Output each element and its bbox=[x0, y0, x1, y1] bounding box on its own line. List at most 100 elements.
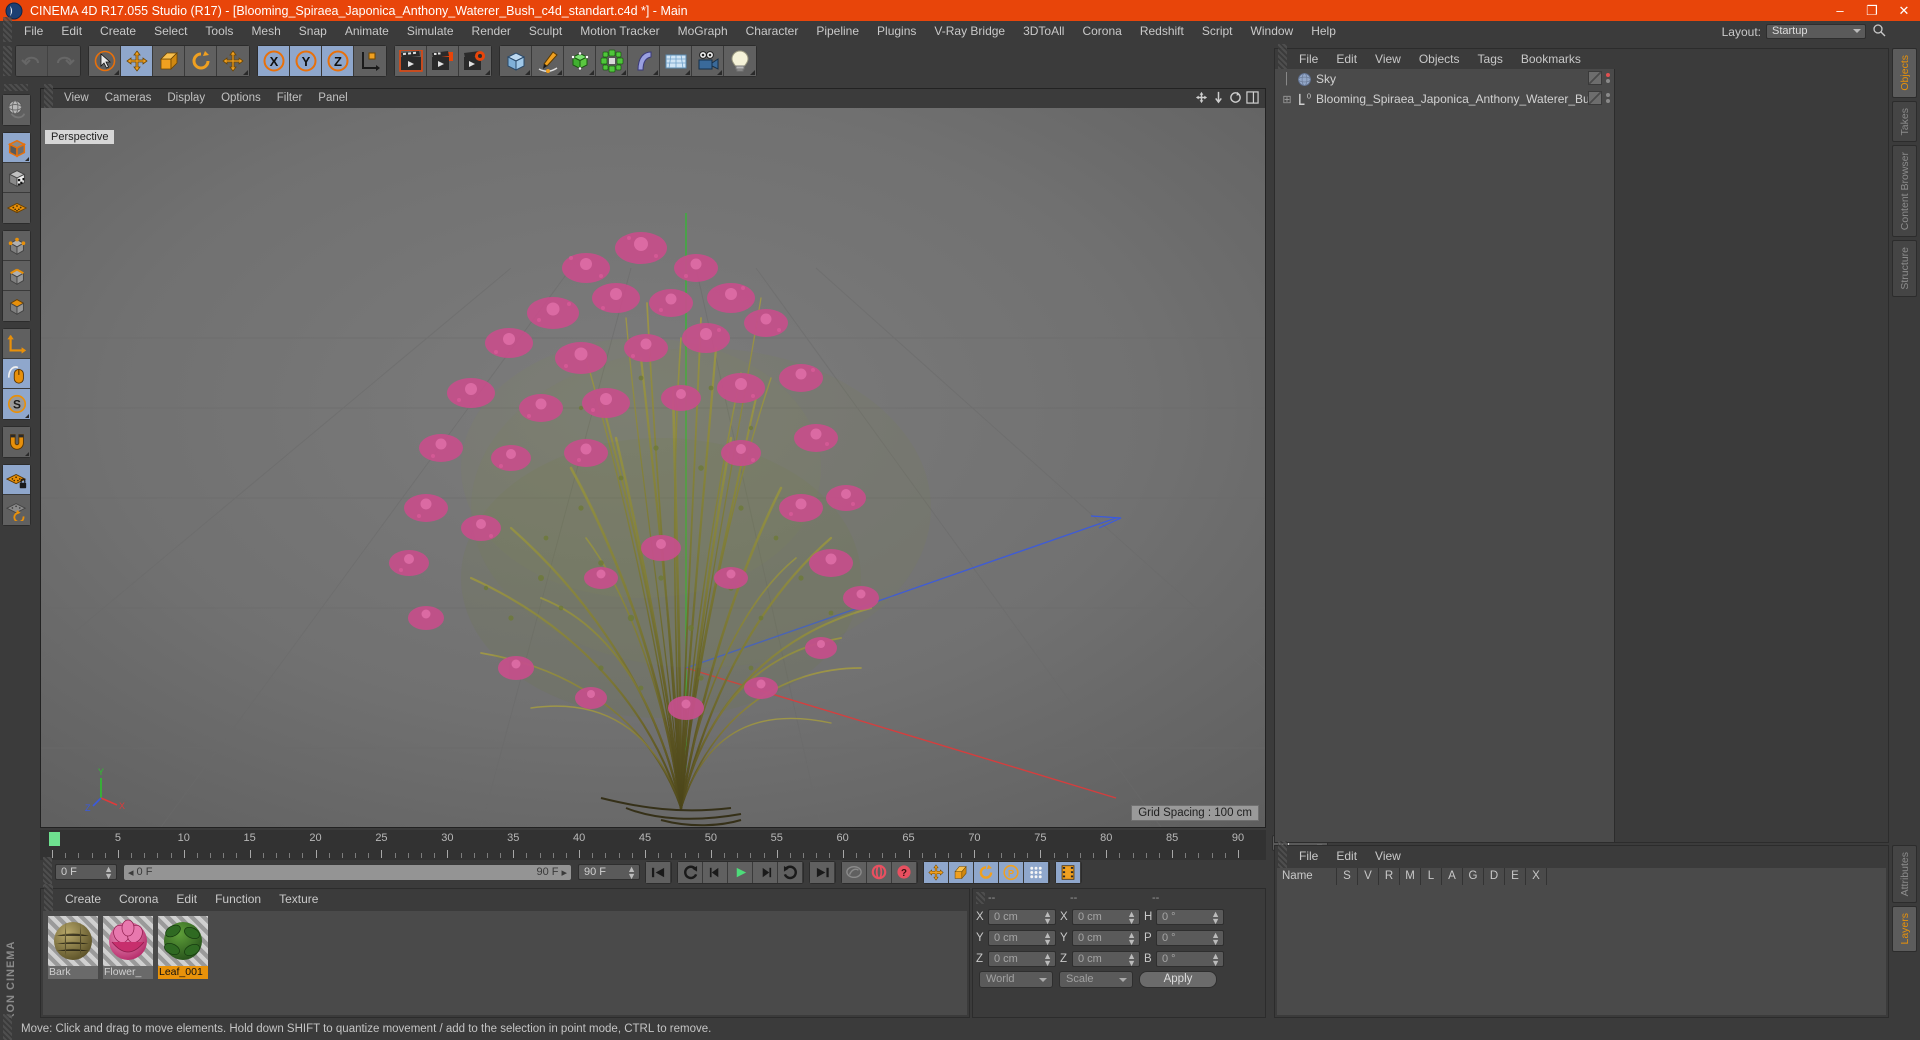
apply-button[interactable]: Apply bbox=[1139, 971, 1217, 988]
snap-button[interactable] bbox=[3, 427, 30, 457]
coordinate-field-rot-b[interactable]: 0 ° ▲ ▼ bbox=[1156, 951, 1224, 968]
menu-item-select[interactable]: Select bbox=[145, 21, 196, 42]
layer-column-l[interactable]: L bbox=[1421, 868, 1442, 885]
spinner-icon[interactable]: ▲▼ bbox=[1211, 931, 1220, 947]
vertical-tab-layers[interactable]: Layers bbox=[1892, 906, 1917, 952]
object-manager-empty-area[interactable] bbox=[1616, 69, 1888, 842]
menu-item-edit[interactable]: Edit bbox=[52, 21, 91, 42]
layer-menu-file[interactable]: File bbox=[1290, 846, 1327, 866]
material-chip[interactable]: Leaf_001 bbox=[158, 916, 208, 1010]
add-camera-button[interactable] bbox=[692, 46, 724, 76]
menu-item-simulate[interactable]: Simulate bbox=[398, 21, 463, 42]
timeline-playhead[interactable] bbox=[49, 832, 60, 846]
previous-keyframe-button[interactable] bbox=[678, 861, 703, 883]
timeline-ruler[interactable]: 051015202530354045505560657075808590 0 F… bbox=[40, 830, 1328, 860]
material-chip[interactable]: Bark bbox=[48, 916, 98, 1010]
point-level-anim-button[interactable] bbox=[1024, 861, 1049, 883]
vertical-tab-objects[interactable]: Objects bbox=[1892, 48, 1917, 98]
spinner-icon[interactable]: ▲▼ bbox=[1127, 910, 1136, 926]
menu-item-redshift[interactable]: Redshift bbox=[1131, 21, 1193, 42]
texture-mode-button[interactable] bbox=[3, 163, 30, 193]
current-frame-field[interactable]: 0 F ▲ ▼ bbox=[55, 864, 117, 881]
axis-x-button[interactable]: X bbox=[258, 46, 290, 76]
menu-item-snap[interactable]: Snap bbox=[290, 21, 336, 42]
coordinate-system-dropdown[interactable]: World bbox=[979, 971, 1053, 988]
spinner-icon[interactable]: ▲▼ bbox=[1043, 910, 1052, 926]
coordinate-field-pos-x[interactable]: 0 cm ▲ ▼ bbox=[988, 909, 1056, 926]
viewport-menu-filter[interactable]: Filter bbox=[269, 89, 311, 108]
maximize-button[interactable]: ❐ bbox=[1856, 0, 1888, 21]
spinner-icon[interactable]: ▲▼ bbox=[104, 865, 113, 881]
menu-item-mesh[interactable]: Mesh bbox=[242, 21, 289, 42]
coordinate-field-pos-z[interactable]: 0 cm ▲ ▼ bbox=[988, 951, 1056, 968]
coordinate-field-rot-h[interactable]: 0 ° ▲ ▼ bbox=[1156, 909, 1224, 926]
add-mograph-button[interactable] bbox=[596, 46, 628, 76]
spinner-icon[interactable]: ▲▼ bbox=[1043, 952, 1052, 968]
toolbar-grip[interactable] bbox=[3, 46, 12, 76]
tree-expander-icon[interactable]: ⊞ bbox=[1279, 93, 1295, 106]
workplane-lock-button[interactable] bbox=[3, 465, 30, 495]
menu-item-corona[interactable]: Corona bbox=[1073, 21, 1130, 42]
world-coordinates-button[interactable] bbox=[354, 46, 386, 76]
menu-item-character[interactable]: Character bbox=[737, 21, 808, 42]
menu-item-animate[interactable]: Animate bbox=[336, 21, 398, 42]
rotate-view-icon[interactable] bbox=[1229, 91, 1242, 107]
menu-item-pipeline[interactable]: Pipeline bbox=[807, 21, 868, 42]
menu-item-plugins[interactable]: Plugins bbox=[868, 21, 925, 42]
material-menu-function[interactable]: Function bbox=[206, 889, 270, 909]
move-view-icon[interactable] bbox=[1195, 91, 1208, 107]
material-menu-create[interactable]: Create bbox=[56, 889, 110, 909]
range-next-icon[interactable]: ▸ bbox=[561, 866, 567, 879]
material-name[interactable]: Leaf_001 bbox=[158, 966, 208, 979]
layer-menu-view[interactable]: View bbox=[1366, 846, 1410, 866]
viewport-menu-cameras[interactable]: Cameras bbox=[97, 89, 160, 108]
spinner-icon[interactable]: ▲▼ bbox=[1211, 910, 1220, 926]
make-editable-button[interactable] bbox=[3, 133, 30, 163]
menu-item-window[interactable]: Window bbox=[1242, 21, 1303, 42]
vertical-tab-attributes[interactable]: Attributes bbox=[1892, 845, 1917, 904]
layer-column-name[interactable]: Name bbox=[1277, 868, 1337, 885]
layer-manager-grip[interactable] bbox=[1278, 841, 1287, 871]
undo-button[interactable] bbox=[16, 46, 48, 76]
keyframe-selection-button[interactable]: ? bbox=[892, 861, 917, 883]
edges-mode-button[interactable] bbox=[3, 261, 30, 291]
add-deformer-button[interactable] bbox=[628, 46, 660, 76]
range-prev-icon[interactable]: ◂ bbox=[128, 866, 134, 879]
object-menu-view[interactable]: View bbox=[1366, 49, 1410, 69]
search-icon[interactable] bbox=[1872, 23, 1886, 40]
visibility-dots[interactable] bbox=[1606, 93, 1610, 103]
move-tool-dup-button[interactable] bbox=[217, 46, 249, 76]
menu-item-tools[interactable]: Tools bbox=[196, 21, 242, 42]
layer-column-v[interactable]: V bbox=[1358, 868, 1379, 885]
menu-item-help[interactable]: Help bbox=[1302, 21, 1345, 42]
menu-item-render[interactable]: Render bbox=[463, 21, 520, 42]
material-tag-icon[interactable] bbox=[1588, 91, 1602, 105]
go-to-start-button[interactable] bbox=[646, 861, 671, 883]
coordinates-grip[interactable] bbox=[976, 892, 985, 904]
layer-column-a[interactable]: A bbox=[1442, 868, 1463, 885]
material-list[interactable]: Bark Flower_ Leaf_001 bbox=[43, 911, 967, 1015]
coordinate-field-size-y[interactable]: 0 cm ▲ ▼ bbox=[1072, 930, 1140, 947]
zoom-view-icon[interactable] bbox=[1212, 91, 1225, 107]
material-menu-corona[interactable]: Corona bbox=[110, 889, 167, 909]
add-generator-button[interactable] bbox=[564, 46, 596, 76]
layer-column-e[interactable]: E bbox=[1505, 868, 1526, 885]
undo-view-button[interactable] bbox=[3, 95, 30, 125]
enable-axis-button[interactable] bbox=[3, 193, 30, 223]
menu-item-motion-tracker[interactable]: Motion Tracker bbox=[571, 21, 668, 42]
object-name[interactable]: Blooming_Spiraea_Japonica_Anthony_Watere… bbox=[1316, 92, 1602, 106]
minimize-button[interactable]: – bbox=[1824, 0, 1856, 21]
spinner-icon[interactable]: ▲▼ bbox=[1211, 952, 1220, 968]
next-keyframe-button[interactable] bbox=[778, 861, 803, 883]
transport-grip[interactable] bbox=[43, 857, 52, 887]
material-menu-texture[interactable]: Texture bbox=[270, 889, 327, 909]
left-toolbar-grip[interactable] bbox=[4, 84, 28, 91]
layer-column-x[interactable]: X bbox=[1526, 868, 1547, 885]
menu-item-3dtoall[interactable]: 3DToAll bbox=[1014, 21, 1073, 42]
rotation-key-button[interactable] bbox=[974, 861, 999, 883]
coordinate-field-size-x[interactable]: 0 cm ▲ ▼ bbox=[1072, 909, 1140, 926]
menu-item-mograph[interactable]: MoGraph bbox=[669, 21, 737, 42]
parameter-key-button[interactable]: P bbox=[999, 861, 1024, 883]
mouse-tool-button[interactable] bbox=[3, 359, 30, 389]
object-row[interactable]: │ Sky bbox=[1275, 69, 1614, 89]
